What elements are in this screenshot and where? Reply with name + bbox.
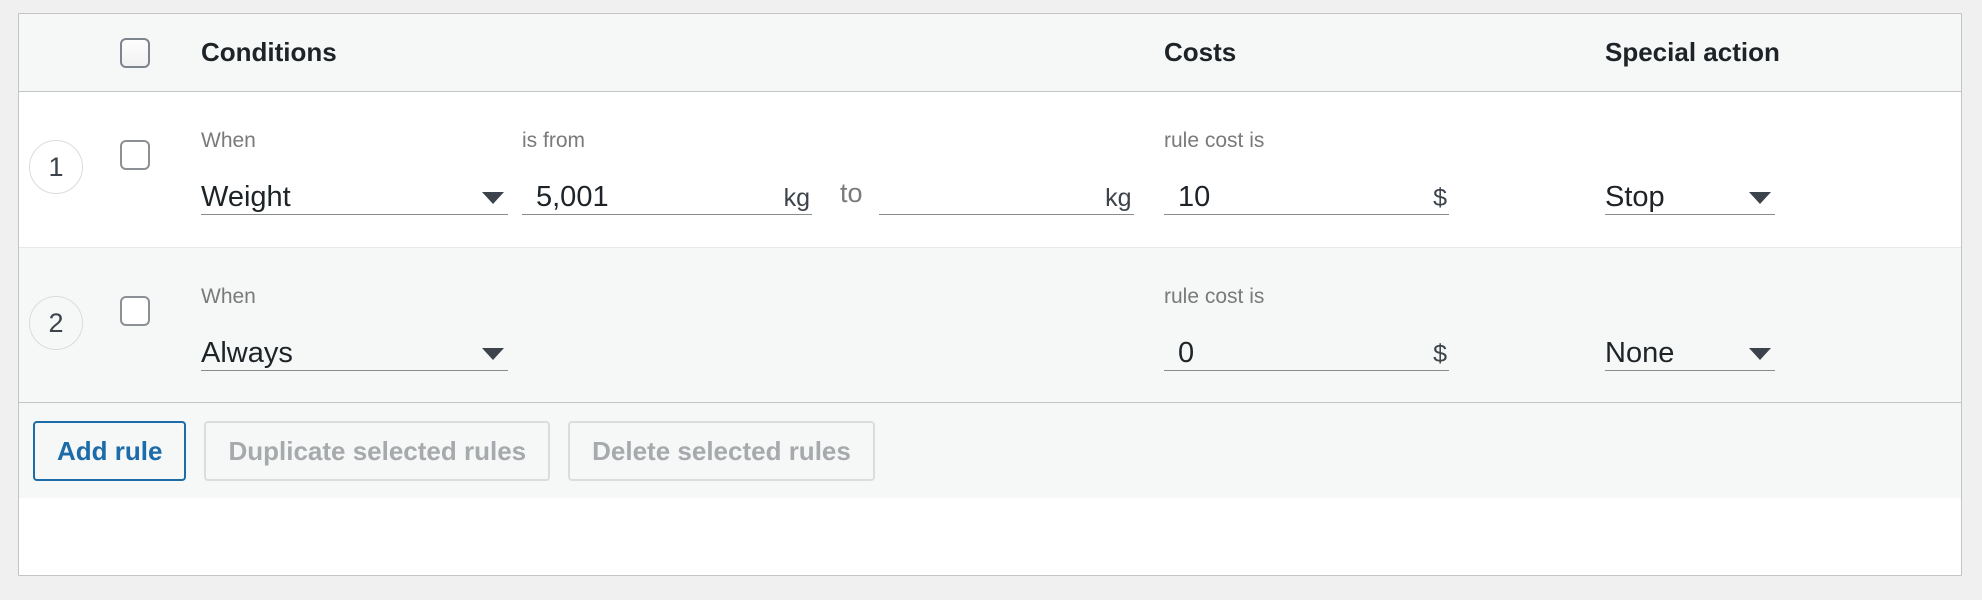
column-header-costs: Costs — [1164, 37, 1237, 67]
row-condition-cell: When Always — [177, 248, 522, 371]
cost-input[interactable]: 10 $ — [1164, 171, 1449, 215]
table-row: 2 When Always rule cost is 0 $ None — [19, 247, 1961, 402]
when-select[interactable]: Always — [201, 327, 508, 371]
chevron-down-icon — [1749, 348, 1771, 360]
is-from-label: is from — [522, 129, 585, 152]
row-from-cell — [522, 248, 840, 286]
cost-currency-label: $ — [1433, 340, 1447, 368]
table-footer-actions: Add rule Duplicate selected rules Delete… — [19, 402, 1961, 498]
chevron-down-icon — [482, 348, 504, 360]
when-label: When — [201, 285, 256, 308]
from-input[interactable]: 5,001 kg — [522, 171, 812, 215]
cost-currency-label: $ — [1433, 184, 1447, 212]
header-select-all-cell — [93, 37, 177, 68]
duplicate-selected-rules-button[interactable]: Duplicate selected rules — [204, 420, 551, 481]
row-select-checkbox[interactable] — [120, 140, 150, 170]
row-from-cell: is from 5,001 kg — [522, 92, 840, 215]
shipping-rules-table-panel: Conditions Costs Special action 1 When W… — [18, 13, 1962, 576]
row-number-badge: 2 — [29, 296, 83, 350]
table-row: 1 When Weight is from 5,001 kg to kg rul… — [19, 92, 1961, 247]
add-rule-button[interactable]: Add rule — [33, 420, 187, 481]
to-unit-label: kg — [1105, 184, 1132, 212]
when-select-value: Always — [201, 337, 293, 369]
row-special-action-cell: Stop — [1545, 92, 1961, 215]
to-label: to — [840, 178, 863, 208]
row-number-cell: 1 — [19, 92, 93, 194]
chevron-down-icon — [482, 192, 504, 204]
row-number-badge: 1 — [29, 140, 83, 194]
row-number-cell: 2 — [19, 248, 93, 350]
header-conditions-cell: Conditions — [177, 37, 522, 68]
to-field-group: to kg — [840, 171, 1140, 215]
column-header-conditions: Conditions — [201, 37, 337, 67]
special-action-value: None — [1605, 337, 1675, 369]
special-action-select[interactable]: None — [1605, 327, 1775, 371]
cost-input-value: 10 — [1178, 181, 1211, 213]
row-to-cell — [840, 248, 1140, 286]
when-select[interactable]: Weight — [201, 171, 508, 215]
row-cost-cell: rule cost is 0 $ — [1140, 248, 1545, 371]
when-label: When — [201, 129, 256, 152]
when-select-value: Weight — [201, 181, 291, 213]
to-input[interactable]: kg — [878, 171, 1134, 215]
select-all-checkbox[interactable] — [120, 37, 150, 68]
column-header-special-action: Special action — [1605, 37, 1780, 67]
row-select-checkbox[interactable] — [120, 296, 150, 326]
delete-selected-rules-button[interactable]: Delete selected rules — [568, 420, 875, 481]
header-special-action-cell: Special action — [1545, 37, 1961, 68]
table-header-row: Conditions Costs Special action — [19, 14, 1961, 92]
rule-cost-label: rule cost is — [1164, 285, 1265, 308]
from-input-value: 5,001 — [536, 181, 609, 213]
row-cost-cell: rule cost is 10 $ — [1140, 92, 1545, 215]
rule-cost-label: rule cost is — [1164, 129, 1265, 152]
cost-input-value: 0 — [1178, 337, 1195, 369]
cost-input[interactable]: 0 $ — [1164, 327, 1449, 371]
chevron-down-icon — [1749, 192, 1771, 204]
special-action-select[interactable]: Stop — [1605, 171, 1775, 215]
from-unit-label: kg — [783, 184, 810, 212]
header-costs-cell: Costs — [1140, 37, 1545, 68]
row-special-action-cell: None — [1545, 248, 1961, 371]
row-to-cell: to kg — [840, 92, 1140, 215]
special-action-value: Stop — [1605, 181, 1665, 213]
row-select-cell — [93, 92, 177, 170]
row-condition-cell: When Weight — [177, 92, 522, 215]
row-select-cell — [93, 248, 177, 326]
